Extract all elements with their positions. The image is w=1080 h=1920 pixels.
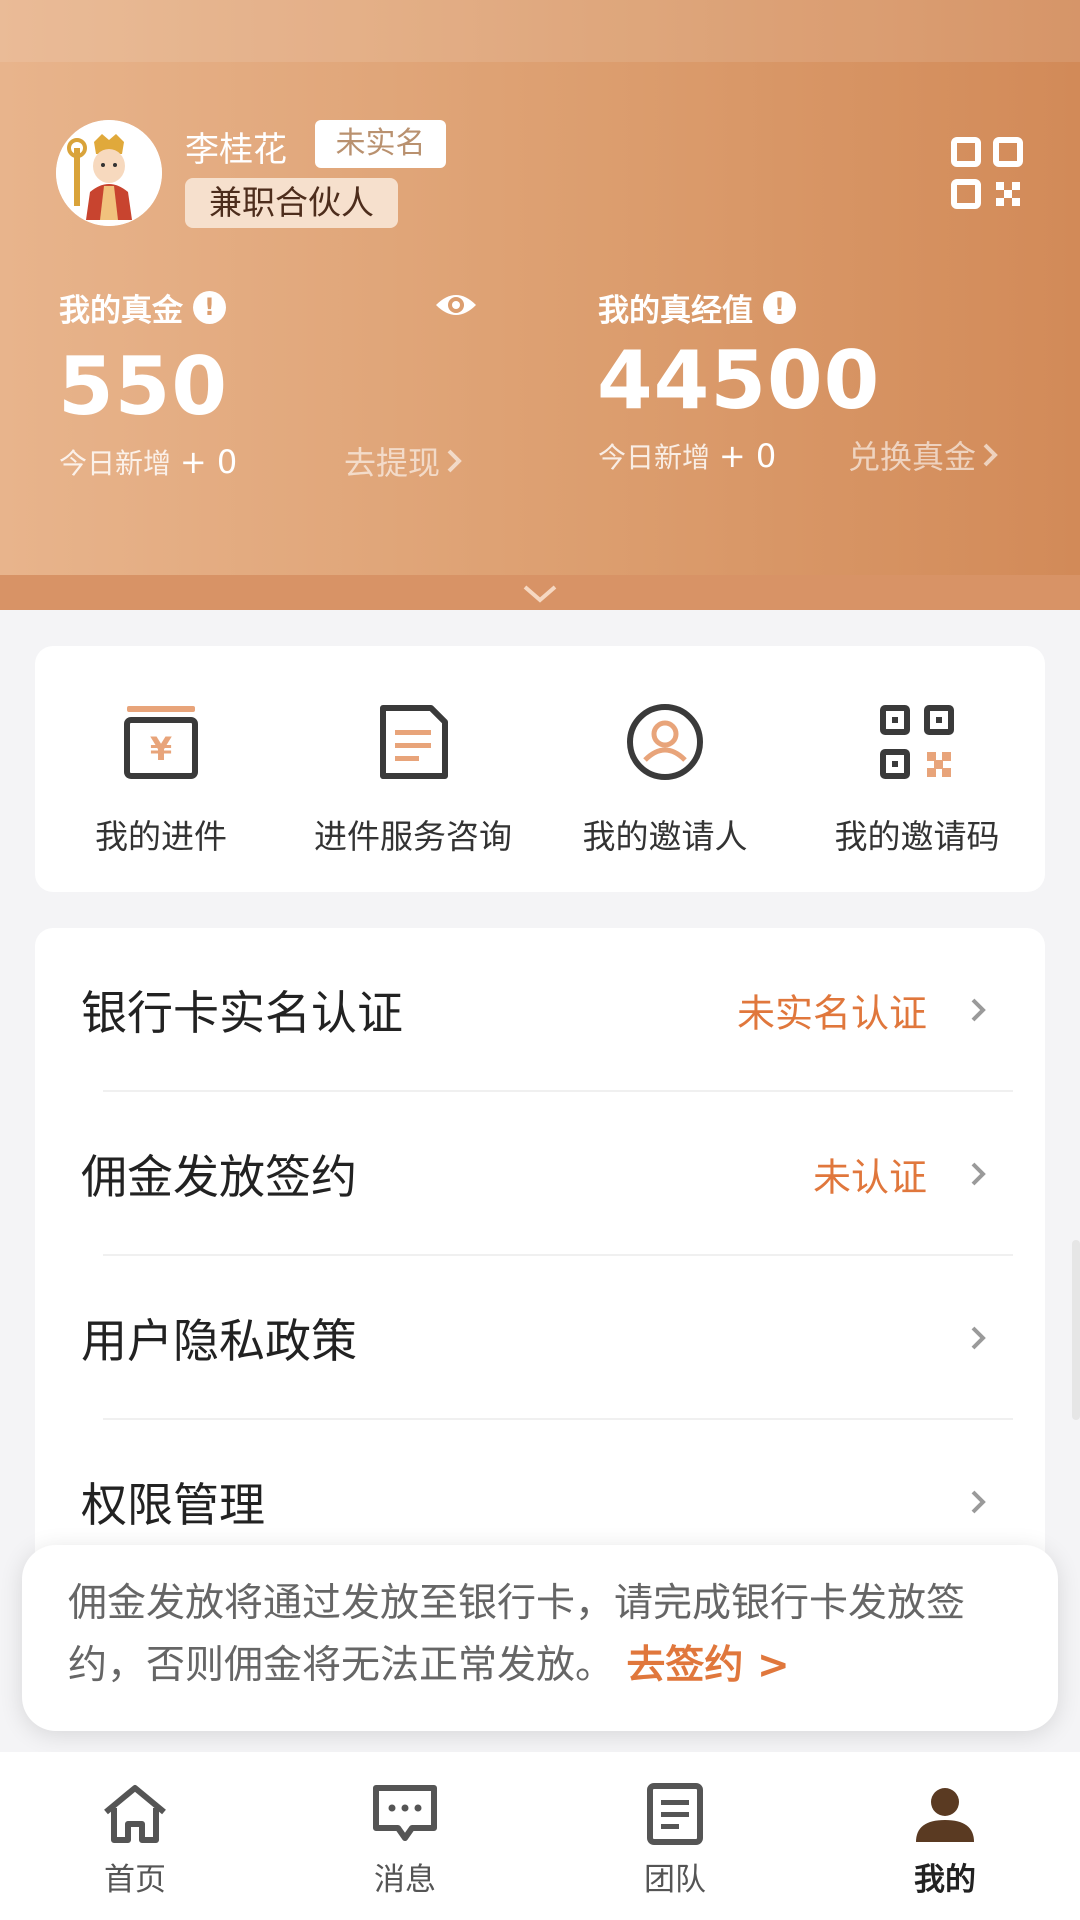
exchange-link[interactable]: 兑换真金 [848, 432, 998, 478]
message-icon [373, 1785, 437, 1841]
avatar-monk-icon [56, 120, 162, 226]
quick-action-consult[interactable]: 进件服务咨询 [287, 702, 539, 858]
quick-actions-card: ¥ 我的进件 进件服务咨询 我的邀请人 我的邀请码 [35, 646, 1045, 892]
quick-action-my-applications[interactable]: ¥ 我的进件 [35, 702, 287, 858]
tab-home[interactable]: 首页 [0, 1782, 270, 1899]
points-today-label: 今日新增 [598, 441, 711, 474]
info-icon[interactable]: ! [763, 291, 796, 324]
notice-text: 佣金发放将通过发放至银行卡，请完成银行卡发放签约，否则佣金将无法正常发放。 [68, 1581, 966, 1688]
row-status: 未认证 [812, 1155, 927, 1200]
tab-label: 首页 [104, 1862, 166, 1898]
settings-row-commission-sign[interactable]: 佣金发放签约 未认证 [35, 1092, 1045, 1256]
qrcode-icon [880, 705, 954, 779]
avatar[interactable] [56, 120, 162, 226]
tab-team[interactable]: 团队 [540, 1782, 810, 1899]
qrcode-button[interactable] [950, 136, 1024, 210]
profile-header: 李桂花 未实名 兼职合伙人 我的真金 ! 550 今日新增 + 0 去提现 我的… [0, 0, 1080, 610]
user-name: 李桂花 [185, 130, 287, 170]
sign-notice: 佣金发放将通过发放至银行卡，请完成银行卡发放签约，否则佣金将无法正常发放。 去签… [22, 1545, 1058, 1731]
row-label: 银行卡实名认证 [81, 986, 403, 1040]
home-icon [104, 1785, 166, 1843]
eye-icon[interactable] [434, 287, 478, 323]
profile-icon [916, 1788, 974, 1842]
quick-action-label: 我的邀请人 [582, 817, 748, 856]
settings-row-bank-verify[interactable]: 银行卡实名认证 未实名认证 [35, 928, 1045, 1092]
quick-action-label: 我的进件 [95, 817, 227, 856]
row-label: 权限管理 [81, 1478, 265, 1532]
exchange-link-text: 兑换真金 [848, 438, 977, 476]
gold-label-text: 我的真金 [59, 293, 183, 329]
scrollbar[interactable] [1072, 1240, 1080, 1420]
chevron-right-icon [971, 1162, 986, 1186]
quick-action-label: 我的邀请码 [834, 817, 1000, 856]
qrcode-icon [951, 137, 1023, 209]
points-label-text: 我的真经值 [598, 293, 753, 329]
gold-today-label: 今日新增 [59, 447, 172, 480]
realname-status-badge[interactable]: 未实名 [315, 120, 446, 168]
points-today: 今日新增 + 0 [598, 436, 776, 476]
withdraw-link-text: 去提现 [344, 444, 441, 482]
money-card-icon: ¥ [124, 706, 198, 779]
gold-today: 今日新增 + 0 [59, 442, 237, 482]
quick-action-invite-code[interactable]: 我的邀请码 [791, 702, 1043, 858]
chevron-right-icon [971, 1326, 986, 1350]
quick-action-label: 进件服务咨询 [314, 817, 512, 856]
gold-label: 我的真金 ! [59, 285, 226, 330]
document-icon [380, 705, 448, 779]
points-today-value: + 0 [718, 437, 777, 475]
tab-messages[interactable]: 消息 [270, 1782, 540, 1899]
gold-value: 550 [58, 340, 228, 433]
tab-profile[interactable]: 我的 [810, 1782, 1080, 1899]
row-status: 未实名认证 [736, 991, 927, 1036]
tab-label: 我的 [914, 1862, 976, 1898]
points-label: 我的真经值 ! [598, 285, 796, 330]
points-value: 44500 [597, 334, 881, 427]
settings-row-privacy-policy[interactable]: 用户隐私政策 [35, 1256, 1045, 1420]
bottom-tab-bar: 首页 消息 团队 我的 [0, 1752, 1080, 1920]
role-badge: 兼职合伙人 [185, 178, 398, 228]
chevron-right-icon [983, 443, 998, 467]
row-label: 佣金发放签约 [81, 1150, 357, 1204]
row-label: 用户隐私政策 [81, 1314, 357, 1368]
withdraw-link[interactable]: 去提现 [344, 438, 462, 484]
chevron-right-icon [971, 1490, 986, 1514]
go-sign-link[interactable]: 去签约 > [626, 1643, 789, 1688]
team-icon [647, 1783, 703, 1845]
svg-text:¥: ¥ [150, 730, 172, 768]
status-bar-area [0, 0, 1080, 62]
user-circle-icon [627, 704, 703, 780]
chevron-down-icon[interactable] [522, 583, 558, 605]
info-icon[interactable]: ! [193, 291, 226, 324]
tab-label: 消息 [374, 1862, 436, 1898]
gold-today-value: + 0 [179, 443, 238, 481]
quick-action-inviter[interactable]: 我的邀请人 [539, 702, 791, 858]
tab-label: 团队 [644, 1862, 706, 1898]
chevron-right-icon [971, 998, 986, 1022]
chevron-right-icon [447, 449, 462, 473]
settings-list: 银行卡实名认证 未实名认证 佣金发放签约 未认证 用户隐私政策 权限管理 [35, 928, 1045, 1648]
